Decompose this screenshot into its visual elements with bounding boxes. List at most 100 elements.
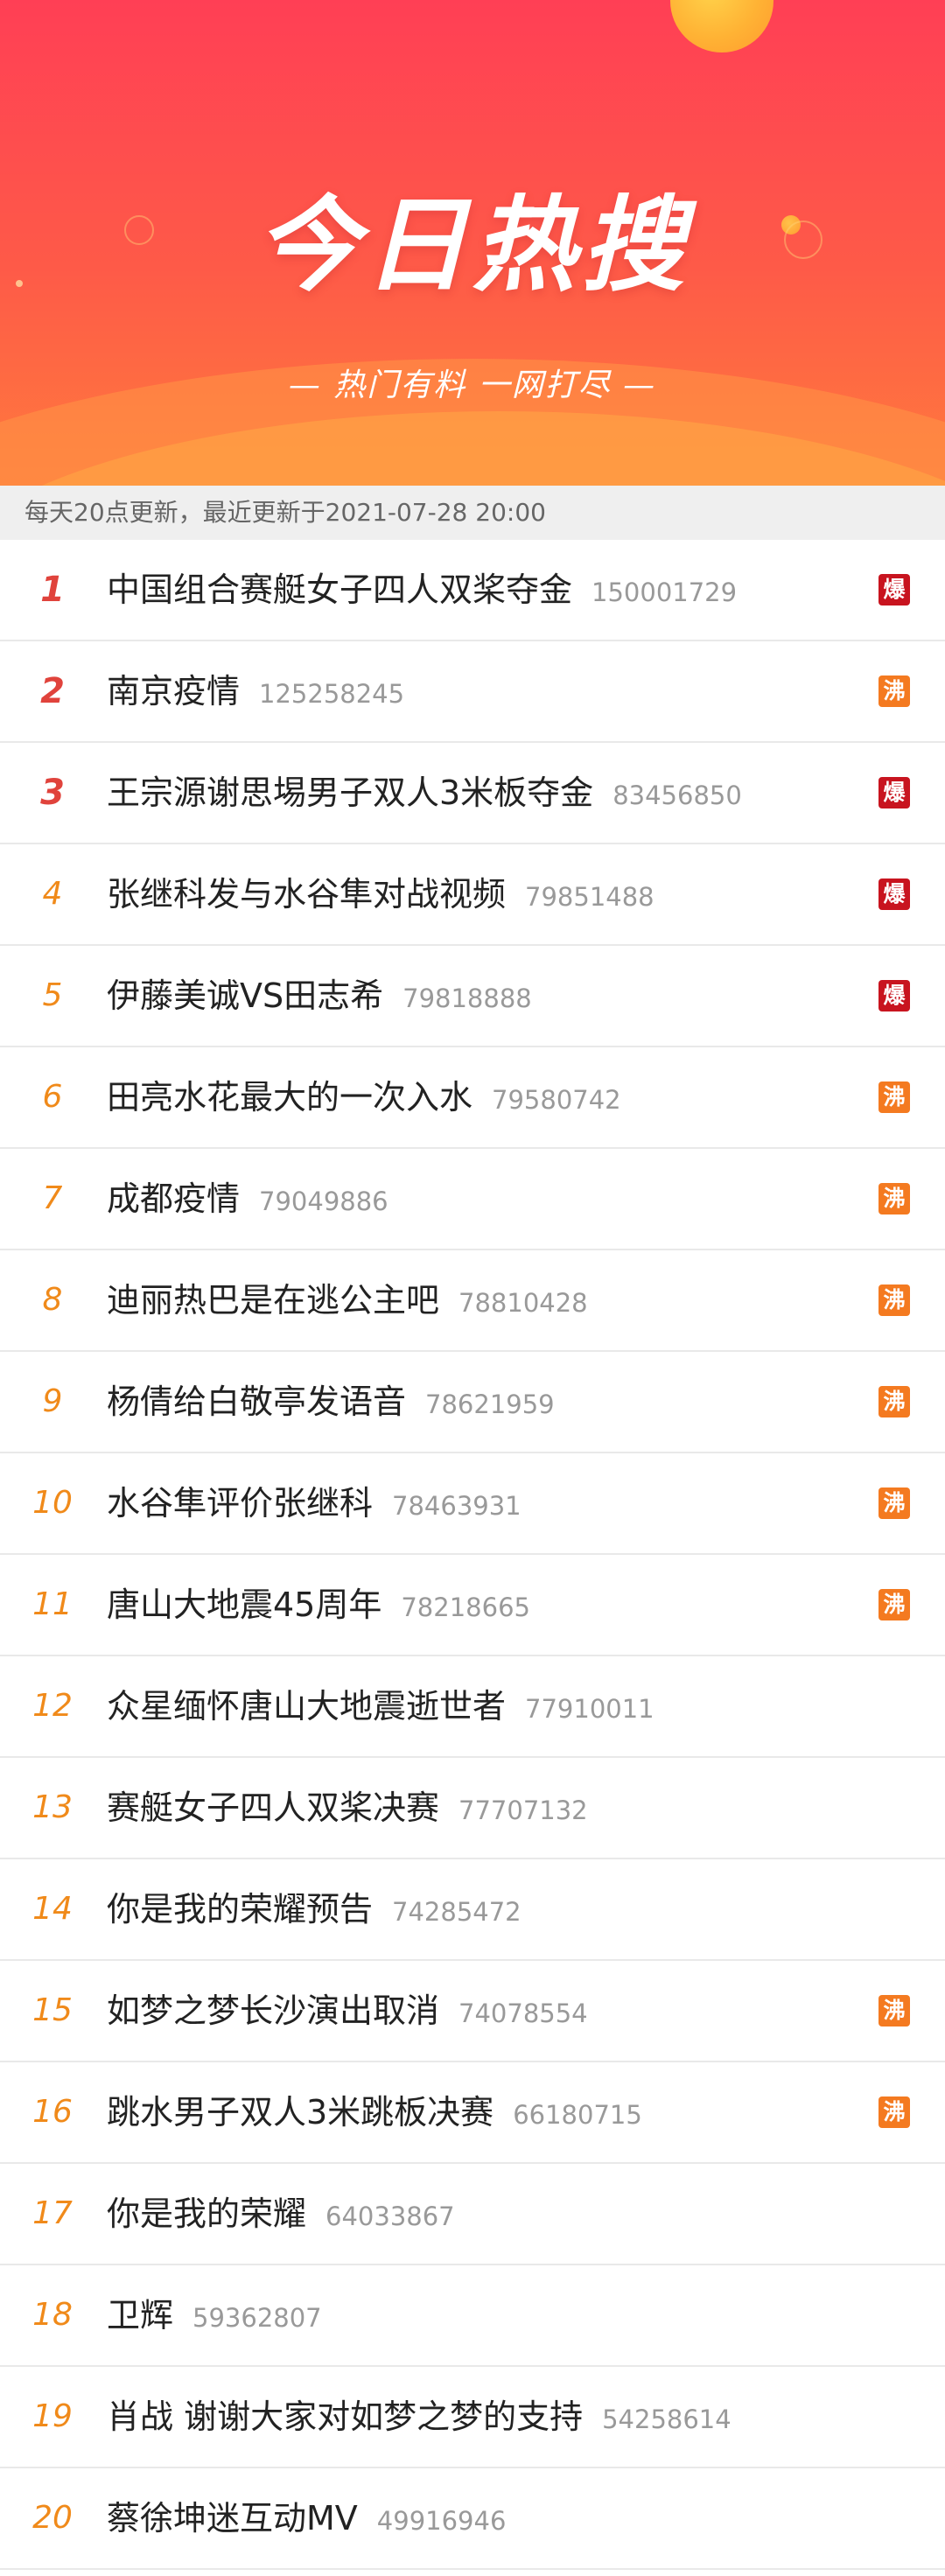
heat-count: 79818888 xyxy=(402,984,532,1013)
boiling-badge-icon: 沸 xyxy=(878,1284,910,1316)
topic-title: 田亮水花最大的一次入水 xyxy=(107,1078,473,1116)
topic-link[interactable]: 赛艇女子四人双桨决赛 77707132 xyxy=(107,1758,588,1858)
boiling-badge-icon: 沸 xyxy=(878,676,910,707)
topic-link[interactable]: 你是我的荣耀 64033867 xyxy=(107,2164,455,2264)
topic-title: 众星缅怀唐山大地震逝世者 xyxy=(107,1687,507,1726)
hot-search-row[interactable]: 3 王宗源谢思埸男子双人3米板夺金 83456850 爆 xyxy=(0,743,945,844)
boiling-badge-icon: 沸 xyxy=(878,1082,910,1113)
topic-title: 张继科发与水谷隼对战视频 xyxy=(107,875,507,914)
rank-number: 5 xyxy=(42,977,63,1013)
hot-search-row[interactable]: 17 你是我的荣耀 64033867 xyxy=(0,2164,945,2265)
rank-number: 9 xyxy=(42,1383,63,1419)
topic-link[interactable]: 成都疫情 79049886 xyxy=(107,1149,388,1249)
topic-link[interactable]: 南京疫情 125258245 xyxy=(107,641,404,741)
heat-count: 49916946 xyxy=(376,2506,507,2536)
hot-search-row[interactable]: 2 南京疫情 125258245 沸 xyxy=(0,641,945,743)
hot-search-row[interactable]: 4 张继科发与水谷隼对战视频 79851488 爆 xyxy=(0,844,945,946)
hot-search-row[interactable]: 8 迪丽热巴是在逃公主吧 78810428 沸 xyxy=(0,1250,945,1352)
topic-title: 中国组合赛艇女子四人双桨夺金 xyxy=(107,570,573,609)
heat-count: 78810428 xyxy=(458,1288,588,1318)
hot-search-row[interactable]: 15 如梦之梦长沙演出取消 74078554 沸 xyxy=(0,1961,945,2062)
boiling-badge-icon: 沸 xyxy=(878,1995,910,2026)
topic-link[interactable]: 跳水男子双人3米跳板决赛 66180715 xyxy=(107,2062,642,2162)
topic-title: 迪丽热巴是在逃公主吧 xyxy=(107,1281,440,1320)
hot-search-row[interactable]: 18 卫辉 59362807 xyxy=(0,2265,945,2367)
topic-link[interactable]: 王宗源谢思埸男子双人3米板夺金 83456850 xyxy=(107,743,742,843)
topic-link[interactable]: 众星缅怀唐山大地震逝世者 77910011 xyxy=(107,1656,654,1756)
heat-count: 125258245 xyxy=(259,679,405,709)
heat-count: 74078554 xyxy=(458,1998,588,2028)
hot-search-row[interactable]: 10 水谷隼评价张继科 78463931 沸 xyxy=(0,1453,945,1555)
rank-number: 10 xyxy=(32,1485,73,1521)
topic-title: 王宗源谢思埸男子双人3米板夺金 xyxy=(107,774,594,812)
hot-search-row[interactable]: 1 中国组合赛艇女子四人双桨夺金 150001729 爆 xyxy=(0,540,945,641)
heat-count: 74285472 xyxy=(392,1897,522,1927)
boiling-badge-icon: 沸 xyxy=(878,1183,910,1214)
hot-search-row[interactable]: 5 伊藤美诚VS田志希 79818888 爆 xyxy=(0,946,945,1047)
rank-number: 16 xyxy=(32,2094,73,2130)
rank-number: 14 xyxy=(32,1891,73,1927)
explosive-badge-icon: 爆 xyxy=(878,777,910,808)
hot-search-row[interactable]: 19 肖战 谢谢大家对如梦之梦的支持 54258614 xyxy=(0,2367,945,2468)
topic-link[interactable]: 唐山大地震45周年 78218665 xyxy=(107,1555,530,1655)
hot-search-row[interactable]: 13 赛艇女子四人双桨决赛 77707132 xyxy=(0,1758,945,1859)
explosive-badge-icon: 爆 xyxy=(878,574,910,606)
heat-count: 78621959 xyxy=(425,1390,555,1419)
topic-link[interactable]: 蔡徐坤迷互动MV 49916946 xyxy=(107,2468,506,2568)
topic-link[interactable]: 田亮水花最大的一次入水 79580742 xyxy=(107,1047,621,1147)
boiling-badge-icon: 沸 xyxy=(878,1488,910,1519)
rank-number: 20 xyxy=(32,2500,73,2536)
boiling-badge-icon: 沸 xyxy=(878,1386,910,1418)
rank-number: 4 xyxy=(42,876,63,912)
rank-number: 2 xyxy=(40,671,65,711)
heat-count: 78463931 xyxy=(392,1491,522,1521)
hot-search-row[interactable]: 11 唐山大地震45周年 78218665 沸 xyxy=(0,1555,945,1656)
rank-number: 8 xyxy=(42,1282,63,1318)
topic-link[interactable]: 如梦之梦长沙演出取消 74078554 xyxy=(107,1961,588,2061)
rank-number: 1 xyxy=(40,570,65,610)
hot-search-row[interactable]: 16 跳水男子双人3米跳板决赛 66180715 沸 xyxy=(0,2062,945,2164)
topic-link[interactable]: 迪丽热巴是在逃公主吧 78810428 xyxy=(107,1250,588,1350)
hot-search-row[interactable]: 20 蔡徐坤迷互动MV 49916946 xyxy=(0,2468,945,2570)
boiling-badge-icon: 沸 xyxy=(878,2096,910,2128)
update-notice-text: 每天20点更新，最近更新于2021-07-28 20:00 xyxy=(24,498,546,527)
topic-title: 跳水男子双人3米跳板决赛 xyxy=(107,2093,494,2132)
topic-title: 如梦之梦长沙演出取消 xyxy=(107,1992,440,2030)
rank-number: 17 xyxy=(32,2195,73,2231)
rank-number: 19 xyxy=(32,2398,73,2434)
heat-count: 78218665 xyxy=(401,1592,530,1622)
heat-count: 54258614 xyxy=(602,2404,732,2434)
topic-link[interactable]: 水谷隼评价张继科 78463931 xyxy=(107,1453,522,1553)
topic-title: 成都疫情 xyxy=(107,1180,241,1218)
heat-count: 77910011 xyxy=(525,1694,654,1724)
topic-title: 卫辉 xyxy=(107,2296,174,2334)
hot-search-list: 1 中国组合赛艇女子四人双桨夺金 150001729 爆 2 南京疫情 125258245 沸… xyxy=(0,540,945,2570)
hot-search-row[interactable]: 14 你是我的荣耀预告 74285472 xyxy=(0,1859,945,1961)
topic-link[interactable]: 杨倩给白敬亭发语音 78621959 xyxy=(107,1352,555,1452)
topic-title: 肖战 谢谢大家对如梦之梦的支持 xyxy=(107,2398,584,2436)
topic-title: 你是我的荣耀预告 xyxy=(107,1890,374,1928)
heat-count: 59362807 xyxy=(192,2303,322,2333)
rank-number: 6 xyxy=(42,1079,63,1115)
topic-link[interactable]: 伊藤美诚VS田志希 79818888 xyxy=(107,946,532,1046)
sun-decoration-icon xyxy=(670,0,774,52)
explosive-badge-icon: 爆 xyxy=(878,980,910,1012)
hot-search-row[interactable]: 9 杨倩给白敬亭发语音 78621959 沸 xyxy=(0,1352,945,1453)
heat-count: 79049886 xyxy=(259,1186,388,1216)
topic-link[interactable]: 你是我的荣耀预告 74285472 xyxy=(107,1859,522,1959)
heat-count: 77707132 xyxy=(458,1796,588,1825)
hot-search-row[interactable]: 6 田亮水花最大的一次入水 79580742 沸 xyxy=(0,1047,945,1149)
topic-link[interactable]: 张继科发与水谷隼对战视频 79851488 xyxy=(107,844,654,944)
hot-search-row[interactable]: 12 众星缅怀唐山大地震逝世者 77910011 xyxy=(0,1656,945,1758)
topic-link[interactable]: 卫辉 59362807 xyxy=(107,2265,322,2365)
topic-title: 你是我的荣耀 xyxy=(107,2194,307,2233)
rank-number: 13 xyxy=(32,1789,73,1825)
hot-search-row[interactable]: 7 成都疫情 79049886 沸 xyxy=(0,1149,945,1250)
topic-link[interactable]: 肖战 谢谢大家对如梦之梦的支持 54258614 xyxy=(107,2367,732,2467)
hot-search-page: 今日热搜 — 热门有料 一网打尽 — 每天20点更新，最近更新于2021-07-… xyxy=(0,0,945,2576)
topic-title: 赛艇女子四人双桨决赛 xyxy=(107,1788,440,1827)
page-subtitle: — 热门有料 一网打尽 — xyxy=(288,368,657,403)
topic-title: 杨倩给白敬亭发语音 xyxy=(107,1382,407,1421)
topic-link[interactable]: 中国组合赛艇女子四人双桨夺金 150001729 xyxy=(107,540,737,640)
page-title: 今日热搜 xyxy=(255,185,690,305)
